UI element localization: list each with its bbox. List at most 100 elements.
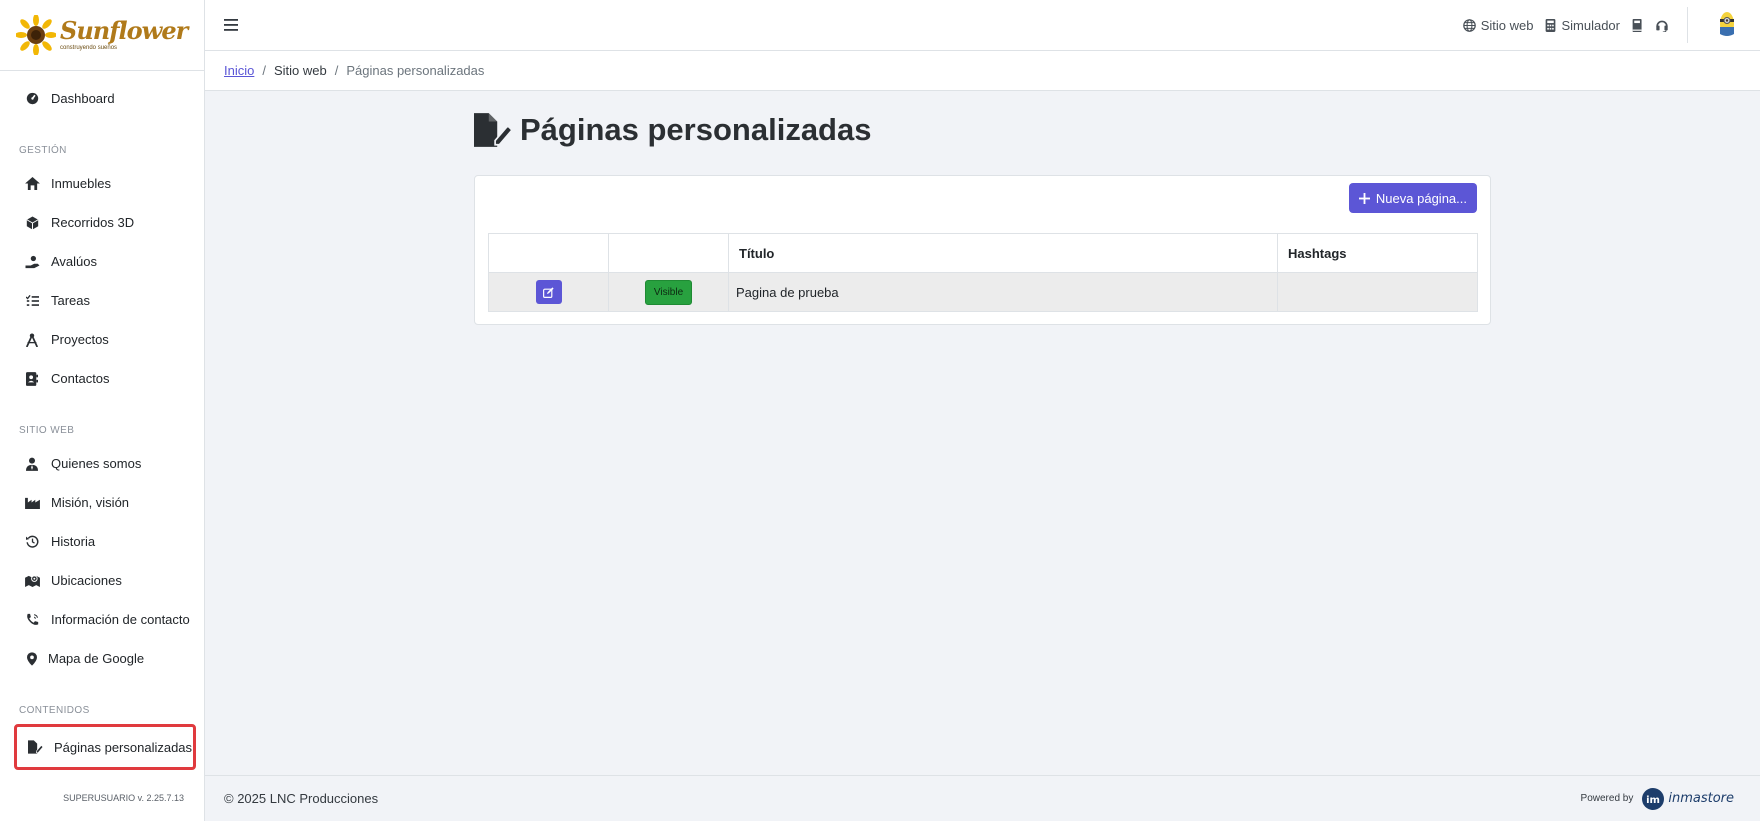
sidebar-item-quienes-somos[interactable]: Quienes somos xyxy=(0,444,204,483)
breadcrumb-separator: / xyxy=(334,63,339,78)
address-book-icon xyxy=(24,371,40,387)
breadcrumb-sitio-web: Sitio web xyxy=(273,63,327,78)
headset-icon[interactable] xyxy=(1655,19,1669,32)
section-sitio-web: SITIO WEB xyxy=(19,425,75,436)
footer: © 2025 LNC Producciones Powered by im in… xyxy=(205,775,1760,821)
logo-tagline: construyendo sueños xyxy=(60,45,118,51)
actions-cell xyxy=(488,272,609,312)
sidebar-item-ubicaciones[interactable]: Ubicaciones xyxy=(0,561,204,600)
user-avatar[interactable] xyxy=(1718,10,1738,40)
history-icon xyxy=(24,534,40,550)
sidebar-item-label: Avalúos xyxy=(51,254,98,269)
gauge-icon xyxy=(24,91,40,107)
logo-area: Sunflower construyendo sueños xyxy=(0,0,204,71)
powered-by-label: Powered by xyxy=(1580,793,1634,804)
sidebar-item-label: Quienes somos xyxy=(51,456,142,471)
hand-money-icon xyxy=(24,254,40,270)
hashtags-cell xyxy=(1277,272,1478,312)
edit-button[interactable] xyxy=(535,280,562,304)
sidebar-item-historia[interactable]: Historia xyxy=(0,522,204,561)
sunflower-logo[interactable]: Sunflower construyendo sueños xyxy=(16,15,188,55)
copyright-text: © 2025 LNC Producciones xyxy=(224,791,379,806)
pages-table: Título Hashtags Visible Pagina de prueba xyxy=(488,233,1478,312)
cube-icon xyxy=(24,215,40,231)
sitio-web-label: Sitio web xyxy=(1480,17,1534,33)
svg-text:im: im xyxy=(1646,795,1660,806)
plus-icon xyxy=(1358,192,1370,204)
simulador-link[interactable]: Simulador xyxy=(1545,18,1620,33)
edit-icon xyxy=(543,286,554,298)
top-bar: Sitio web Simulador xyxy=(205,0,1760,51)
sidebar-item-informacion-contacto[interactable]: Información de contacto xyxy=(0,600,204,639)
breadcrumb-separator: / xyxy=(262,63,266,78)
page-title: Páginas personalizadas xyxy=(520,112,872,147)
home-icon xyxy=(24,176,40,192)
sidebar-item-contactos[interactable]: Contactos xyxy=(0,359,204,398)
sidebar-item-label: Contactos xyxy=(51,371,110,386)
sidebar-item-label: Tareas xyxy=(51,293,91,308)
new-page-label: Nueva página... xyxy=(1375,190,1467,206)
sidebar-item-label: Dashboard xyxy=(51,91,115,106)
calculator-icon xyxy=(1546,18,1556,32)
compass-drafting-icon xyxy=(24,332,40,348)
sidebar-nav: Dashboard GESTIÓN Inmuebles Recorridos 3… xyxy=(0,71,204,770)
page-header: Páginas personalizadas xyxy=(474,112,871,148)
visible-badge[interactable]: Visible xyxy=(644,279,693,305)
sitio-web-link[interactable]: Sitio web xyxy=(1462,17,1534,33)
sidebar-item-proyectos[interactable]: Proyectos xyxy=(0,320,204,359)
sidebar-item-label: Inmuebles xyxy=(51,176,111,191)
topbar-divider xyxy=(1687,7,1688,43)
section-contenidos: CONTENIDOS xyxy=(19,705,90,716)
inmastore-wordmark: inmastore xyxy=(1668,791,1734,806)
map-location-icon xyxy=(24,573,40,589)
breadcrumb-current: Páginas personalizadas xyxy=(346,63,485,78)
table-row[interactable]: Visible Pagina de prueba xyxy=(488,272,1478,312)
sidebar-item-mapa-google[interactable]: Mapa de Google xyxy=(0,639,204,678)
breadcrumb: Inicio / Sitio web / Páginas personaliza… xyxy=(205,51,1760,91)
status-cell: Visible xyxy=(608,272,729,312)
sidebar-item-label: Páginas personalizadas xyxy=(54,739,193,755)
sidebar-item-mision-vision[interactable]: Misión, visión xyxy=(0,483,204,522)
sidebar-item-label: Historia xyxy=(51,534,96,549)
sunflower-icon xyxy=(16,15,56,55)
file-pen-icon xyxy=(474,113,512,147)
column-header-actions xyxy=(488,233,609,273)
user-tie-icon xyxy=(24,456,40,472)
breadcrumb-inicio[interactable]: Inicio xyxy=(224,63,254,78)
menu-toggle-icon[interactable] xyxy=(223,17,239,33)
sidebar-item-label: Misión, visión xyxy=(51,495,130,510)
industry-icon xyxy=(24,495,40,511)
sidebar: Sunflower construyendo sueños Dashboard … xyxy=(0,0,205,821)
map-pin-icon xyxy=(24,651,40,667)
phone-volume-icon xyxy=(24,612,40,628)
titulo-cell: Pagina de prueba xyxy=(728,272,1278,312)
simulador-label: Simulador xyxy=(1561,17,1620,33)
sidebar-item-recorridos[interactable]: Recorridos 3D xyxy=(0,203,204,242)
inmastore-icon: im xyxy=(1642,787,1665,810)
file-pen-icon xyxy=(27,739,43,755)
sidebar-item-avaluos[interactable]: Avalúos xyxy=(0,242,204,281)
pages-card: Nueva página... Título Hashtags Visible xyxy=(474,175,1491,325)
sidebar-item-label: Proyectos xyxy=(51,332,109,347)
version-label: SUPERUSUARIO v. 2.25.7.13 xyxy=(63,793,184,803)
sidebar-item-label: Mapa de Google xyxy=(48,651,145,666)
sidebar-item-dashboard[interactable]: Dashboard xyxy=(0,79,204,118)
table-header-row: Título Hashtags xyxy=(488,233,1478,273)
powered-by: Powered by im inmastore xyxy=(1581,787,1734,811)
column-header-status xyxy=(608,233,729,273)
inmastore-logo[interactable]: im inmastore xyxy=(1641,787,1734,811)
logo-wordmark: Sunflower xyxy=(60,16,188,45)
new-page-button[interactable]: Nueva página... xyxy=(1348,183,1477,213)
sidebar-item-label: Recorridos 3D xyxy=(51,215,135,230)
column-header-titulo[interactable]: Título xyxy=(728,233,1278,273)
column-header-hashtags[interactable]: Hashtags xyxy=(1277,233,1478,273)
list-check-icon xyxy=(24,293,40,309)
sidebar-item-tareas[interactable]: Tareas xyxy=(0,281,204,320)
sidebar-item-label: Ubicaciones xyxy=(51,573,122,588)
section-gestion: GESTIÓN xyxy=(19,145,67,156)
sidebar-item-paginas-personalizadas[interactable]: Páginas personalizadas xyxy=(14,724,196,770)
sidebar-item-inmuebles[interactable]: Inmuebles xyxy=(0,164,204,203)
book-icon[interactable] xyxy=(1632,18,1643,32)
sidebar-item-label: Información de contacto xyxy=(51,612,190,627)
globe-icon xyxy=(1462,18,1476,32)
